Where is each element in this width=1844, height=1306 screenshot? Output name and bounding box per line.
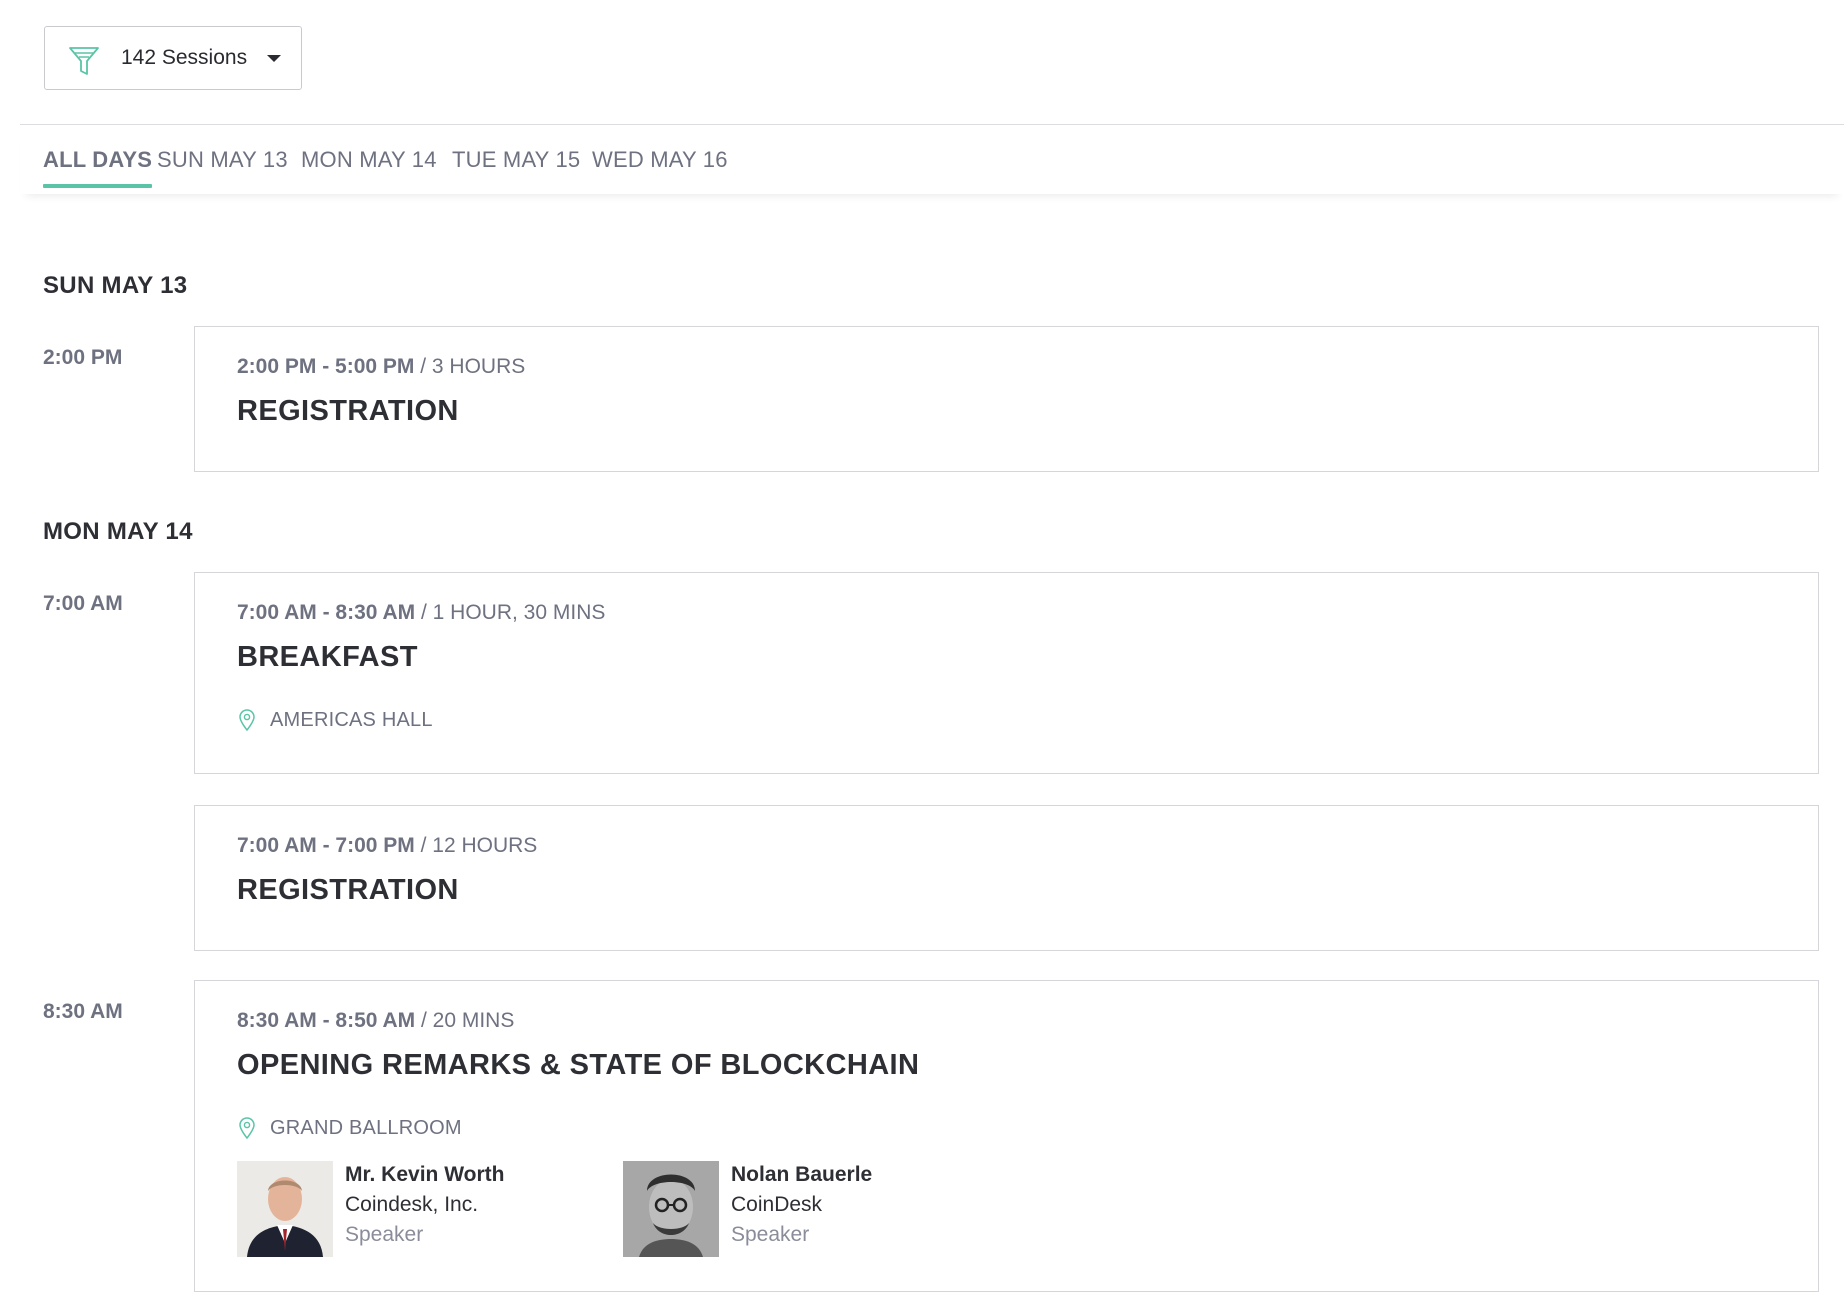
funnel-icon [69, 47, 99, 75]
location-pin-icon [239, 709, 255, 732]
speaker-role: Speaker [731, 1223, 810, 1246]
tab-tue-may-15[interactable]: TUE MAY 15 [452, 147, 580, 187]
agenda-page: 142 Sessions ALL DAYS SUN MAY 13 MON MAY… [0, 0, 1844, 1306]
speaker-avatar[interactable] [237, 1161, 333, 1257]
time-slot-label: 7:00 AM [43, 592, 123, 615]
session-time-range: 7:00 AM - 8:30 AM / 1 HOUR, 30 MINS [237, 601, 606, 624]
speaker-role: Speaker [345, 1223, 424, 1246]
session-card[interactable]: 7:00 AM - 8:30 AM / 1 HOUR, 30 MINS BREA… [194, 572, 1819, 774]
location-pin-icon [239, 1117, 255, 1140]
session-location: AMERICAS HALL [237, 707, 433, 733]
day-heading: SUN MAY 13 [43, 272, 188, 299]
speaker-organization: CoinDesk [731, 1193, 823, 1216]
sessions-count-label: 142 Sessions [121, 46, 248, 69]
session-time-range: 2:00 PM - 5:00 PM / 3 HOURS [237, 355, 526, 378]
speaker-organization: Coindesk, Inc. [345, 1193, 479, 1216]
location-label: AMERICAS HALL [270, 708, 433, 731]
speaker-name[interactable]: Nolan Bauerle [731, 1163, 872, 1187]
location-label: GRAND BALLROOM [270, 1116, 462, 1139]
speaker-name[interactable]: Mr. Kevin Worth [345, 1163, 504, 1187]
time-slot-label: 2:00 PM [43, 346, 123, 369]
sessions-filter-dropdown[interactable]: 142 Sessions [44, 26, 302, 90]
session-title[interactable]: OPENING REMARKS & STATE OF BLOCKCHAIN [237, 1049, 919, 1082]
session-title[interactable]: BREAKFAST [237, 641, 418, 674]
time-slot-label: 8:30 AM [43, 1000, 123, 1023]
session-location: GRAND BALLROOM [237, 1115, 462, 1141]
tab-mon-may-14[interactable]: MON MAY 14 [301, 147, 437, 187]
chevron-down-icon [267, 55, 281, 62]
session-card[interactable]: 8:30 AM - 8:50 AM / 20 MINS OPENING REMA… [194, 980, 1819, 1292]
session-card[interactable]: 2:00 PM - 5:00 PM / 3 HOURS REGISTRATION [194, 326, 1819, 472]
tab-sun-may-13[interactable]: SUN MAY 13 [157, 147, 288, 187]
tab-all-days[interactable]: ALL DAYS [43, 147, 153, 188]
speaker-avatar[interactable] [623, 1161, 719, 1257]
session-card[interactable]: 7:00 AM - 7:00 PM / 12 HOURS REGISTRATIO… [194, 805, 1819, 951]
day-heading: MON MAY 14 [43, 518, 193, 545]
session-title[interactable]: REGISTRATION [237, 395, 459, 428]
session-title[interactable]: REGISTRATION [237, 874, 459, 907]
tab-wed-may-16[interactable]: WED MAY 16 [592, 147, 728, 187]
day-tabs: ALL DAYS SUN MAY 13 MON MAY 14 TUE MAY 1… [20, 124, 1844, 194]
session-time-range: 7:00 AM - 7:00 PM / 12 HOURS [237, 834, 538, 857]
session-time-range: 8:30 AM - 8:50 AM / 20 MINS [237, 1009, 515, 1032]
